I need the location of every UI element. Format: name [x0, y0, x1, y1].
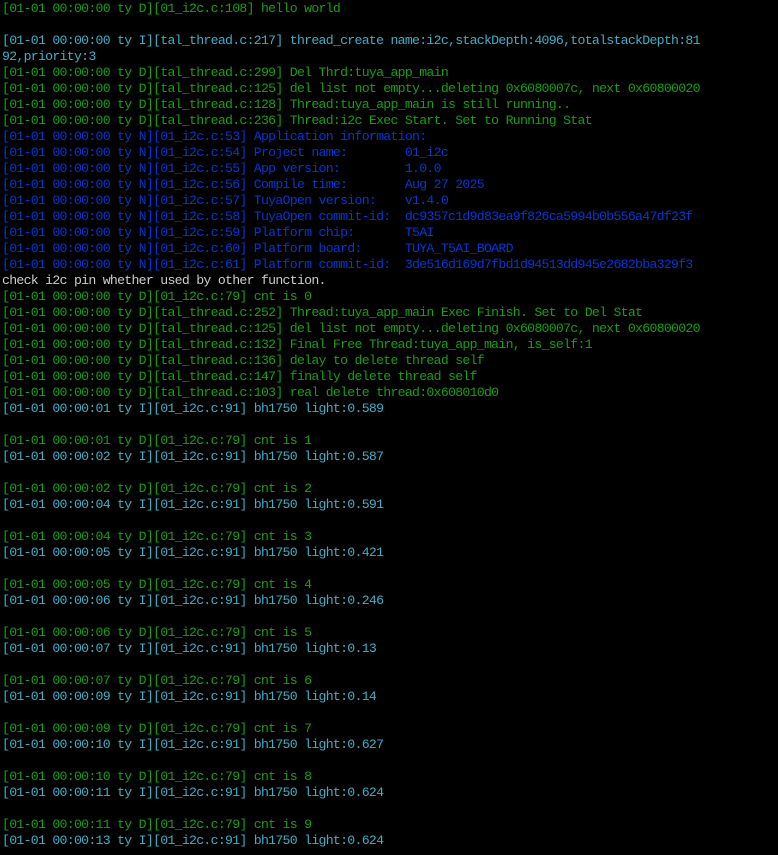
log-line: [01-01 00:00:00 ty N][01_i2c.c:56] Compi…: [2, 177, 485, 192]
terminal-output[interactable]: [01-01 00:00:00 ty D][01_i2c.c:108] hell…: [0, 0, 778, 855]
log-line: [01-01 00:00:04 ty D][01_i2c.c:79] cnt i…: [2, 529, 312, 544]
log-line: [01-01 00:00:00 ty N][01_i2c.c:57] TuyaO…: [2, 193, 449, 208]
log-line: [01-01 00:00:05 ty I][01_i2c.c:91] bh175…: [2, 545, 384, 560]
log-line: [01-01 00:00:09 ty D][01_i2c.c:79] cnt i…: [2, 721, 312, 736]
log-line: [01-01 00:00:00 ty D][tal_thread.c:125] …: [2, 321, 701, 336]
log-line: [01-01 00:00:01 ty D][01_i2c.c:79] cnt i…: [2, 433, 312, 448]
log-line: check i2c pin whether used by other func…: [2, 273, 326, 288]
log-line: [01-01 00:00:00 ty D][tal_thread.c:103] …: [2, 385, 499, 400]
log-line: [01-01 00:00:00 ty N][01_i2c.c:58] TuyaO…: [2, 209, 693, 224]
log-line: [01-01 00:00:00 ty D][tal_thread.c:132] …: [2, 337, 593, 352]
log-line: [01-01 00:00:00 ty D][tal_thread.c:136] …: [2, 353, 485, 368]
log-line: [01-01 00:00:05 ty D][01_i2c.c:79] cnt i…: [2, 577, 312, 592]
log-line: [01-01 00:00:00 ty N][01_i2c.c:61] Platf…: [2, 257, 693, 272]
log-line: [01-01 00:00:10 ty I][01_i2c.c:91] bh175…: [2, 737, 384, 752]
log-line: [01-01 00:00:13 ty I][01_i2c.c:91] bh175…: [2, 833, 384, 848]
log-line: [01-01 00:00:00 ty D][tal_thread.c:128] …: [2, 97, 571, 112]
log-line: [01-01 00:00:00 ty D][tal_thread.c:236] …: [2, 113, 593, 128]
log-line: [01-01 00:00:04 ty I][01_i2c.c:91] bh175…: [2, 497, 384, 512]
log-line: [01-01 00:00:11 ty I][01_i2c.c:91] bh175…: [2, 785, 384, 800]
log-line: [01-01 00:00:11 ty D][01_i2c.c:79] cnt i…: [2, 817, 312, 832]
log-line: [01-01 00:00:00 ty D][01_i2c.c:79] cnt i…: [2, 289, 312, 304]
log-line: [01-01 00:00:02 ty D][01_i2c.c:79] cnt i…: [2, 481, 312, 496]
log-line: [01-01 00:00:00 ty D][tal_thread.c:125] …: [2, 81, 701, 96]
log-line: [01-01 00:00:00 ty N][01_i2c.c:60] Platf…: [2, 241, 513, 256]
log-line: [01-01 00:00:00 ty D][01_i2c.c:108] hell…: [2, 1, 341, 16]
log-line: [01-01 00:00:00 ty N][01_i2c.c:59] Platf…: [2, 225, 434, 240]
log-line: [01-01 00:00:09 ty I][01_i2c.c:91] bh175…: [2, 689, 377, 704]
log-line: [01-01 00:00:02 ty I][01_i2c.c:91] bh175…: [2, 449, 384, 464]
log-line: [01-01 00:00:06 ty I][01_i2c.c:91] bh175…: [2, 593, 384, 608]
log-line: [01-01 00:00:00 ty I][tal_thread.c:217] …: [2, 33, 701, 48]
log-line: [01-01 00:00:00 ty N][01_i2c.c:53] Appli…: [2, 129, 427, 144]
log-line: [01-01 00:00:00 ty D][tal_thread.c:252] …: [2, 305, 643, 320]
log-line: [01-01 00:00:00 ty D][tal_thread.c:147] …: [2, 369, 478, 384]
log-line: [01-01 00:00:06 ty D][01_i2c.c:79] cnt i…: [2, 625, 312, 640]
log-line: [01-01 00:00:00 ty N][01_i2c.c:54] Proje…: [2, 145, 449, 160]
log-line: [01-01 00:00:01 ty I][01_i2c.c:91] bh175…: [2, 401, 384, 416]
log-line: [01-01 00:00:00 ty D][tal_thread.c:299] …: [2, 65, 449, 80]
log-line: [01-01 00:00:07 ty D][01_i2c.c:79] cnt i…: [2, 673, 312, 688]
log-line: [01-01 00:00:10 ty D][01_i2c.c:79] cnt i…: [2, 769, 312, 784]
log-line: [01-01 00:00:07 ty I][01_i2c.c:91] bh175…: [2, 641, 377, 656]
log-line: [01-01 00:00:00 ty N][01_i2c.c:55] App v…: [2, 161, 442, 176]
log-line: 92,priority:3: [2, 49, 96, 64]
